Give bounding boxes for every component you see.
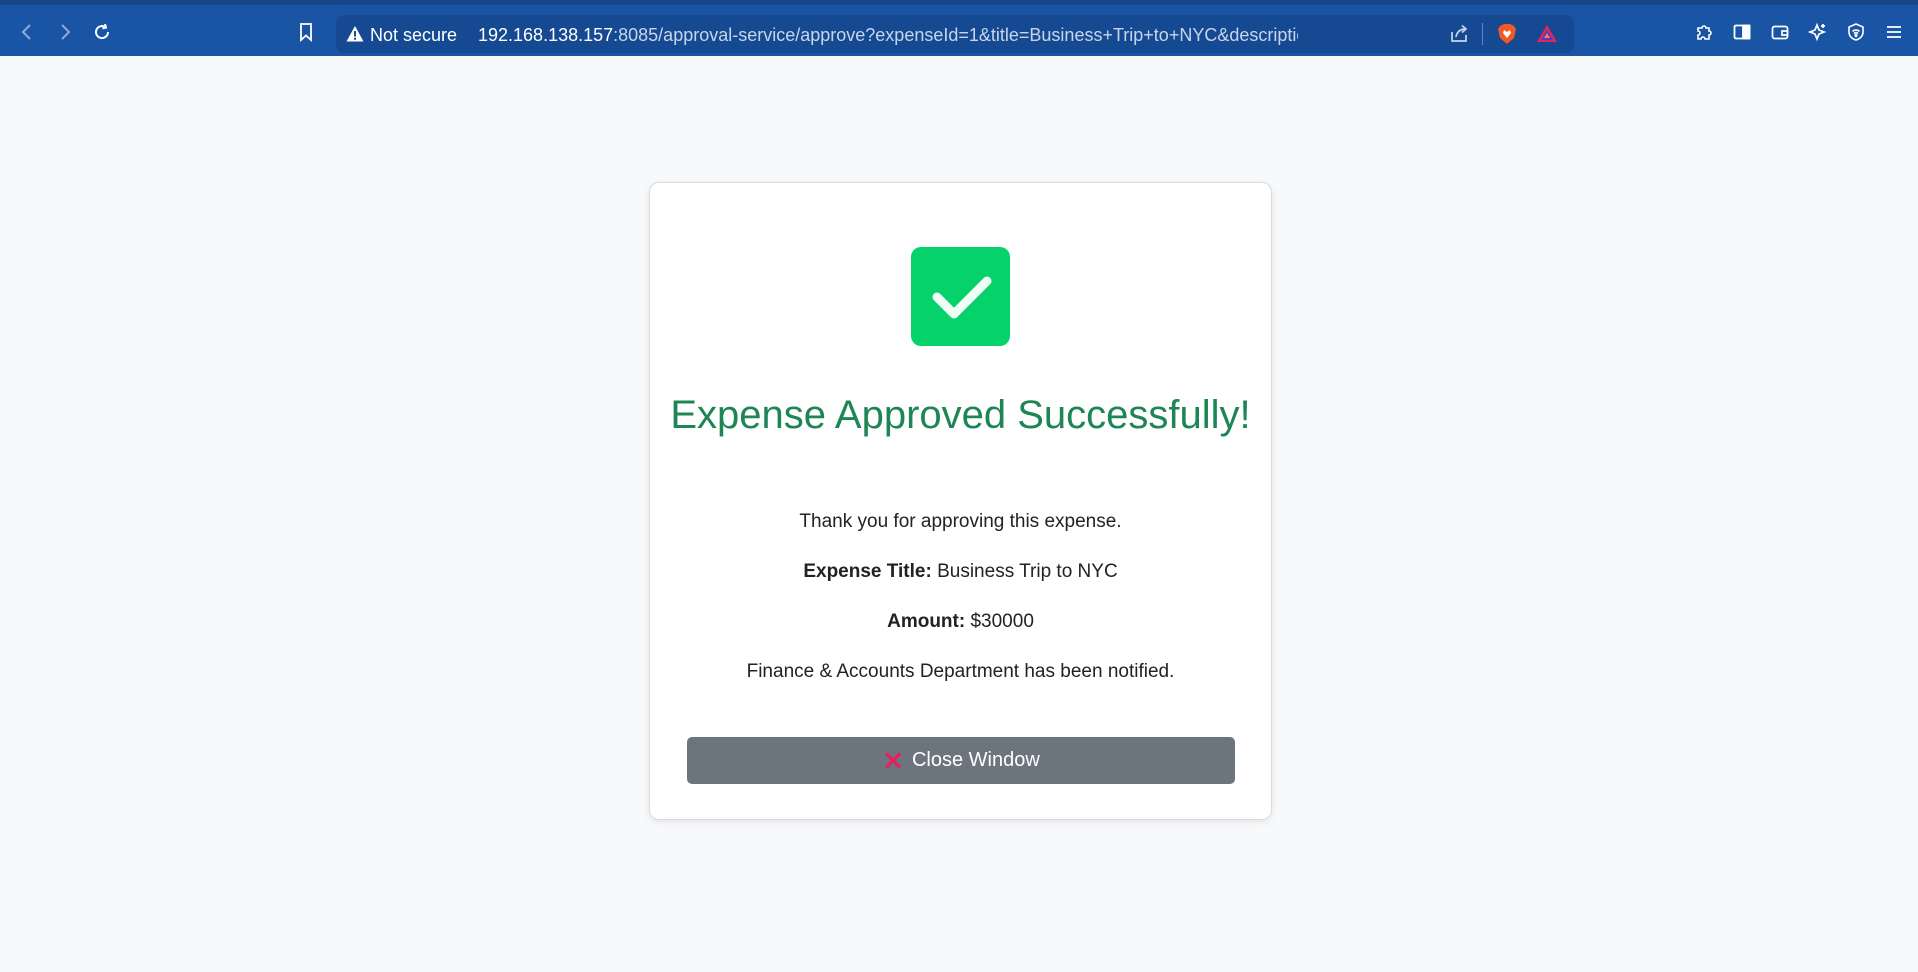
expense-title-row: Expense Title: Business Trip to NYC	[650, 560, 1271, 584]
checkmark-icon	[911, 247, 1010, 346]
browser-toolbar: Not secure 192.168.138.157:8085/approval…	[0, 0, 1918, 56]
extensions-icon[interactable]	[1689, 17, 1719, 47]
brave-rewards-icon[interactable]	[1536, 23, 1558, 45]
expense-title-value: Business Trip to NYC	[937, 561, 1118, 582]
url-host: 192.168.138.157	[478, 25, 614, 45]
vpn-shield-icon[interactable]	[1841, 17, 1871, 47]
sidebar-icon[interactable]	[1727, 17, 1757, 47]
close-window-button[interactable]: ✕ Close Window	[687, 737, 1235, 784]
expense-title-label: Expense Title:	[803, 561, 932, 582]
forward-icon[interactable]	[50, 17, 80, 47]
amount-label: Amount:	[887, 611, 966, 632]
wallet-icon[interactable]	[1765, 17, 1795, 47]
reload-icon[interactable]	[87, 17, 117, 47]
url-path: :8085/approval-service/approve?expenseId…	[613, 25, 1298, 45]
menu-icon[interactable]	[1879, 17, 1909, 47]
address-bar[interactable]: Not secure 192.168.138.157:8085/approval…	[336, 15, 1574, 53]
leo-ai-icon[interactable]	[1803, 17, 1833, 47]
cross-mark-icon: ✕	[882, 745, 904, 776]
thanks-message: Thank you for approving this expense.	[799, 511, 1122, 532]
notification-message: Finance & Accounts Department has been n…	[746, 661, 1175, 682]
bookmark-icon[interactable]	[291, 17, 321, 47]
close-window-label: Close Window	[911, 749, 1040, 771]
share-icon[interactable]	[1448, 23, 1470, 45]
brave-shields-icon[interactable]	[1496, 23, 1518, 45]
separator	[1482, 23, 1483, 45]
amount-row: Amount: $30000	[650, 610, 1271, 634]
back-icon[interactable]	[12, 17, 42, 47]
warning-icon	[346, 26, 364, 42]
security-status[interactable]: Not secure	[370, 25, 457, 46]
amount-value: $30000	[970, 611, 1034, 632]
page-title: Expense Approved Successfully!	[670, 393, 1251, 437]
url-text[interactable]: 192.168.138.157:8085/approval-service/ap…	[478, 25, 1298, 46]
approval-card: Expense Approved Successfully! Thank you…	[649, 182, 1272, 820]
